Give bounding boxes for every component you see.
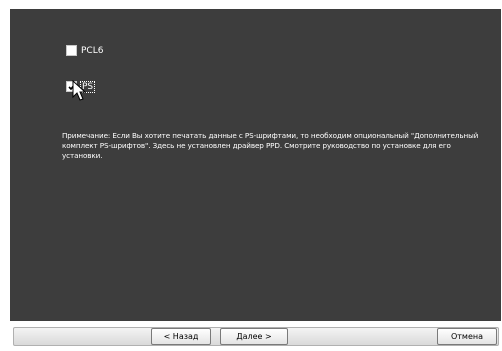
button-bar: < Назад Далее > Отмена bbox=[10, 321, 501, 351]
option-pcl6[interactable]: PCL6 bbox=[66, 45, 103, 56]
next-button[interactable]: Далее > bbox=[220, 328, 288, 345]
mouse-pointer-icon bbox=[72, 80, 86, 101]
installation-note: Примечание: Если Вы хотите печатать данн… bbox=[62, 131, 479, 160]
back-button[interactable]: < Назад bbox=[151, 328, 211, 345]
pcl6-checkbox[interactable] bbox=[66, 45, 77, 56]
pcl6-label: PCL6 bbox=[81, 45, 104, 56]
button-bar-groove: < Назад Далее > Отмена bbox=[13, 327, 499, 346]
cancel-button[interactable]: Отмена bbox=[437, 328, 497, 345]
